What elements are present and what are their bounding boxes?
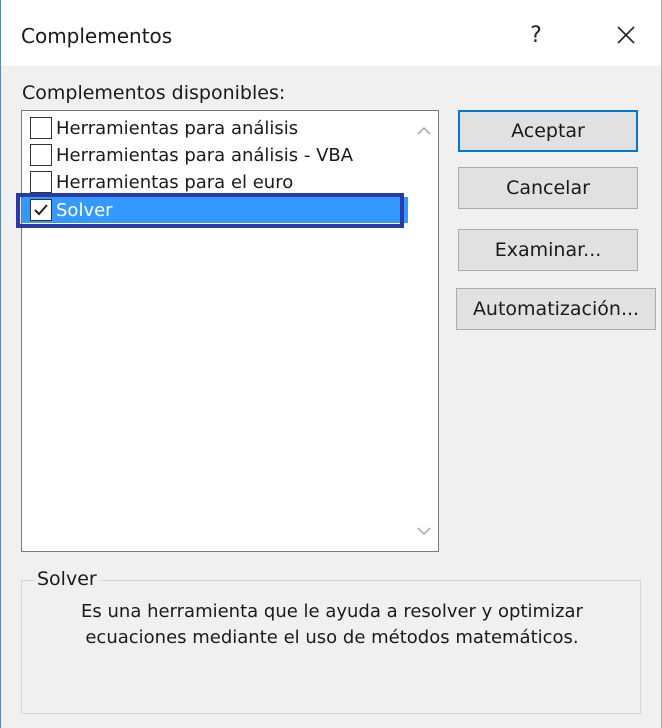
addins-listbox[interactable]: Herramientas para análisis Herramientas … — [21, 110, 439, 552]
list-item-analysis-toolpak[interactable]: Herramientas para análisis — [22, 115, 408, 141]
chevron-up-icon — [417, 126, 431, 135]
cancel-button[interactable]: Cancelar — [458, 167, 638, 209]
list-item-label: Herramientas para el euro — [56, 171, 294, 193]
addin-description: Es una herramienta que le ayuda a resolv… — [22, 599, 642, 651]
close-icon — [617, 26, 635, 44]
scroll-up-button[interactable] — [412, 119, 436, 143]
scroll-down-button[interactable] — [412, 519, 436, 543]
checkbox-solver[interactable] — [30, 199, 52, 221]
title-bar: Complementos ? — [1, 0, 661, 66]
list-item-label: Herramientas para análisis - VBA — [56, 144, 354, 166]
description-heading: Solver — [34, 568, 100, 590]
list-item-euro-tools[interactable]: Herramientas para el euro — [22, 169, 408, 195]
available-addins-label: Complementos disponibles: — [22, 82, 286, 104]
checkbox-analysis-toolpak[interactable] — [30, 117, 52, 139]
close-button[interactable] — [601, 12, 651, 58]
list-item-analysis-toolpak-vba[interactable]: Herramientas para análisis - VBA — [22, 142, 408, 168]
accept-button[interactable]: Aceptar — [458, 110, 638, 152]
addins-dialog: Complementos ? Complementos disponibles:… — [0, 0, 662, 728]
chevron-down-icon — [417, 527, 431, 536]
list-item-label: Herramientas para análisis — [56, 117, 299, 139]
description-line-2: ecuaciones mediante el uso de métodos ma… — [85, 627, 579, 648]
browse-button[interactable]: Examinar... — [458, 229, 638, 271]
check-icon — [34, 204, 48, 216]
list-item-label: Solver — [56, 199, 113, 221]
help-icon: ? — [530, 22, 542, 48]
dialog-title: Complementos — [21, 24, 173, 48]
automation-button[interactable]: Automatización... — [456, 288, 656, 330]
description-line-1: Es una herramienta que le ayuda a resolv… — [81, 601, 583, 622]
addin-description-group: Solver Es una herramienta que le ayuda a… — [21, 568, 642, 714]
help-button[interactable]: ? — [511, 12, 561, 58]
checkbox-euro-tools[interactable] — [30, 171, 52, 193]
list-item-solver[interactable]: Solver — [22, 197, 408, 223]
checkbox-analysis-toolpak-vba[interactable] — [30, 144, 52, 166]
